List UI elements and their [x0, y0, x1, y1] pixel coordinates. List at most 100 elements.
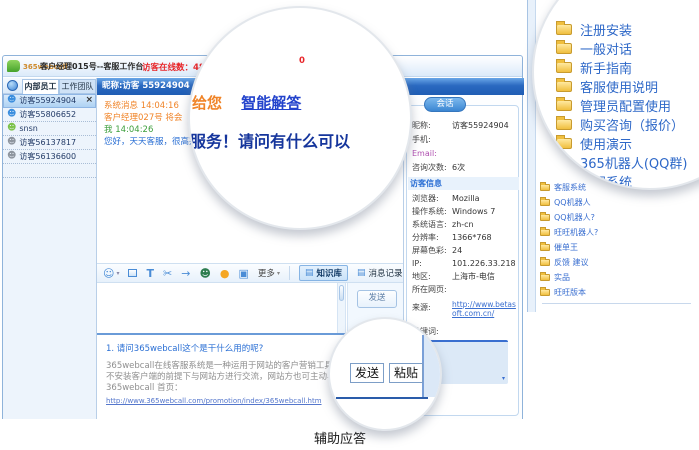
source-row: 来源: http://www.betasoft.com.cn/	[412, 298, 519, 318]
field-label: 手机:	[412, 133, 452, 147]
agent-status-icon[interactable]	[7, 80, 18, 91]
field-value: Windows 7	[452, 205, 495, 218]
field-row: 操作系统: Windows 7	[412, 205, 519, 218]
field-label: 咨询次数:	[412, 161, 452, 175]
visitor-list-item[interactable]: ☻ 访客56136600	[3, 150, 96, 164]
dropdown-arrow-icon[interactable]: ▾	[502, 375, 505, 382]
visitor-name: 访客56137817	[19, 137, 76, 148]
folder-label: 新手指南	[580, 58, 632, 77]
field-row: 分辨率: 1366*768	[412, 231, 519, 244]
visitor-chat-icon: ☻	[7, 124, 16, 133]
visitor-name: 访客55924904	[19, 95, 76, 106]
app-logo-icon	[7, 60, 20, 72]
folder-label: QQ机器人	[554, 197, 591, 208]
kb-folder-item[interactable]: 旺旺版本	[540, 285, 697, 300]
file-transfer-icon[interactable]: →	[181, 268, 190, 279]
visitor-offline-icon: ☻	[7, 138, 16, 147]
field-label: Email:	[412, 147, 452, 161]
magnified-folder-item: 365机器人(QQ群)	[556, 153, 687, 172]
tab-work-team[interactable]: 工作团队	[59, 79, 96, 94]
visitor-list-item[interactable]: ☻ 访客55924904 ×	[3, 94, 96, 108]
folder-label: 购买咨询（报价）	[580, 115, 684, 134]
folder-icon	[540, 274, 550, 281]
folder-label: 实品	[554, 272, 570, 283]
field-row: Email:	[412, 147, 519, 161]
window-title: 客户经理015号--客服工作台	[40, 61, 143, 72]
visitor-list-item[interactable]: ☻ 访客56137817	[3, 136, 96, 150]
knowledge-tree-list: 客服系统 QQ机器人 QQ机器人? 旺旺机器人? 催单王 反馈 建议 实品 旺旺…	[540, 180, 697, 300]
send-button[interactable]: 发送	[357, 290, 397, 308]
kb-folder-item[interactable]: QQ机器人	[540, 195, 697, 210]
folder-label: 旺旺版本	[554, 287, 586, 298]
magnified-panel-fill	[424, 335, 442, 397]
remote-window-icon[interactable]: ▣	[239, 268, 249, 279]
folder-icon	[556, 100, 572, 111]
magnified-folder-item: 客服系统	[556, 172, 687, 190]
kb-folder-item[interactable]: 反馈 建议	[540, 255, 697, 270]
folder-label: 管理员配置使用	[580, 96, 671, 115]
field-label: 分辨率:	[412, 231, 452, 244]
field-label: 屏幕色彩:	[412, 244, 452, 257]
field-value: 24	[452, 244, 462, 257]
magnified-folder-item: 新手指南	[556, 58, 687, 77]
screenshot-icon[interactable]	[128, 269, 137, 277]
folder-label: 365机器人(QQ群)	[580, 153, 687, 172]
visitor-online-icon: ☻	[7, 110, 16, 119]
source-link[interactable]: http://www.betasoft.com.cn/	[452, 298, 519, 318]
field-row: 手机:	[412, 133, 519, 147]
online-count-fragment: 0	[299, 56, 305, 66]
compose-scrollbar[interactable]	[337, 283, 346, 333]
image-caption: 辅助应答	[297, 428, 383, 447]
magnified-folder-item: 购买咨询（报价）	[556, 115, 687, 134]
message-history-label: 消息记录	[369, 267, 403, 279]
session-tab[interactable]: 会话	[424, 97, 466, 112]
visitor-list-empty-row	[3, 164, 96, 178]
alert-icon[interactable]: ●	[220, 268, 230, 279]
kb-folder-item[interactable]: 旺旺机器人?	[540, 225, 697, 240]
folder-label: 注册安装	[580, 20, 632, 39]
kb-folder-item[interactable]: 实品	[540, 270, 697, 285]
grid-icon: ▤	[305, 269, 314, 278]
folder-icon	[556, 157, 572, 168]
emoticon-dropdown-icon[interactable]: ▾	[116, 270, 119, 277]
message-history-button[interactable]: ▤ 消息记录	[357, 267, 403, 279]
magnified-paste-button: 粘贴	[389, 363, 423, 383]
field-label: 系统语言:	[412, 218, 452, 231]
field-value: 6次	[452, 161, 465, 175]
visitor-name: 访客55806652	[19, 109, 76, 120]
folder-icon	[556, 119, 572, 130]
font-icon[interactable]: T	[146, 268, 154, 279]
close-chat-icon[interactable]: ×	[85, 96, 93, 105]
compose-toolbar: ☺ ▾ T ✂ → ☻ ● ▣ 更多 ▾ ▤ 知识库 ▤	[97, 263, 403, 283]
folder-label: QQ机器人?	[554, 212, 595, 223]
folder-label: 客服使用说明	[580, 77, 658, 96]
visitors-online-count: 访客在线数：48	[142, 61, 205, 73]
kb-folder-item[interactable]: 催单王	[540, 240, 697, 255]
folder-icon	[540, 259, 550, 266]
visitor-list-item[interactable]: ☻ 访客55806652	[3, 108, 96, 122]
magnifier-kb-callout: 注册安装 一般对话 新手指南 客服使用说明 管理员配置使用 购买咨询（报价） 使…	[532, 0, 699, 190]
field-row: 咨询次数: 6次	[412, 161, 519, 175]
magnifier-chat-callout: 给您 智能解答 服务！请问有什么可以	[188, 6, 412, 230]
invite-user-icon[interactable]: ☻	[199, 268, 210, 279]
more-button[interactable]: 更多 ▾	[258, 267, 280, 279]
visitor-list: ☻ 访客55924904 × ☻ 访客55806652 ☻ snsn ☻ 访客5…	[3, 94, 96, 178]
folder-icon	[540, 214, 550, 221]
emoticon-icon[interactable]: ☺	[103, 268, 114, 279]
kb-folder-item[interactable]: QQ机器人?	[540, 210, 697, 225]
knowledge-base-button[interactable]: ▤ 知识库	[299, 265, 348, 281]
folder-icon	[556, 138, 572, 149]
field-row: 地区: 上海市-电信	[412, 270, 519, 283]
folder-icon	[556, 24, 572, 35]
visitor-list-item[interactable]: ☻ snsn	[3, 122, 96, 136]
field-label: 地区:	[412, 270, 452, 283]
scrollbar-thumb[interactable]	[339, 285, 344, 301]
tab-internal-staff[interactable]: 内部员工	[22, 79, 59, 94]
scissors-icon[interactable]: ✂	[163, 268, 172, 279]
folder-icon	[556, 81, 572, 92]
panel-divider	[542, 303, 691, 304]
folder-icon	[540, 184, 550, 191]
folder-label: 旺旺机器人?	[554, 227, 598, 238]
field-label: IP:	[412, 257, 452, 270]
visitor-info-section-title: 访客信息	[408, 177, 519, 190]
